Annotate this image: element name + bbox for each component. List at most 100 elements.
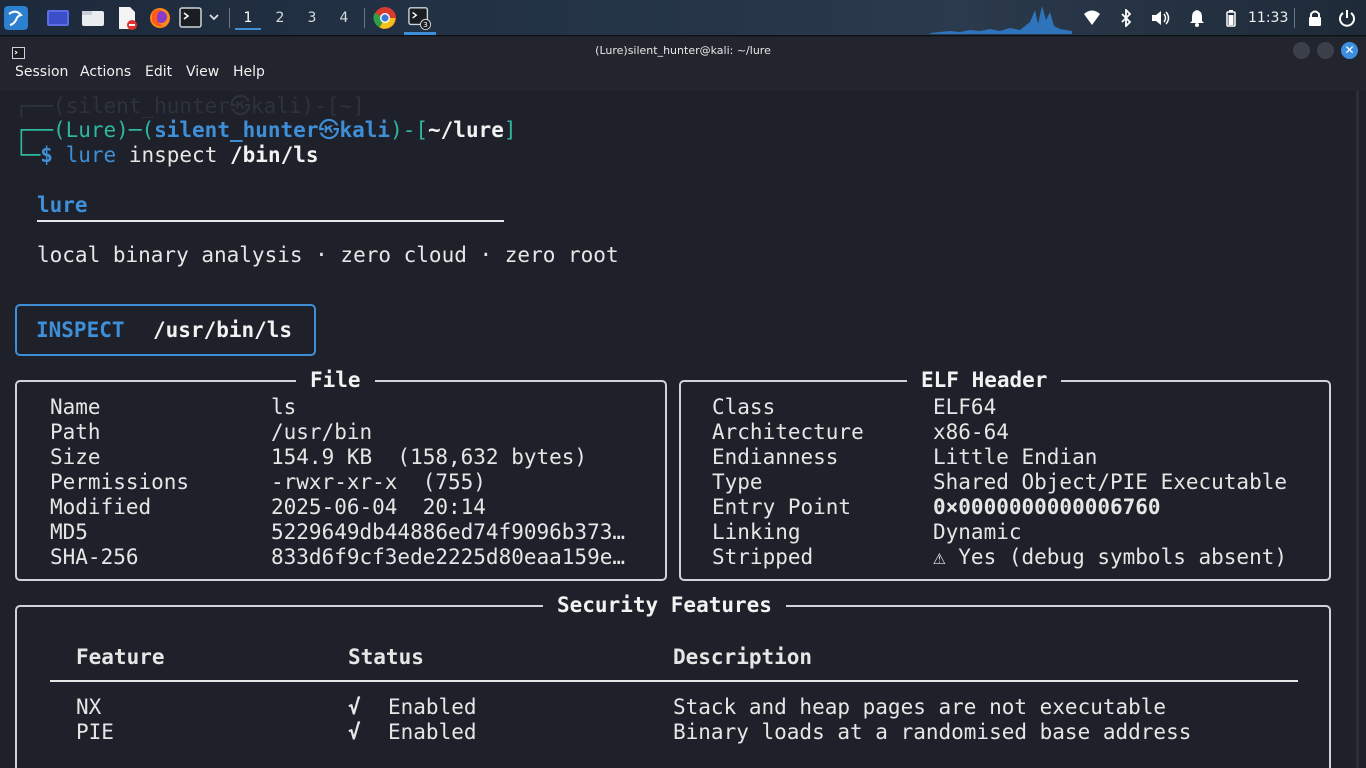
menu-help[interactable]: Help [233, 64, 265, 91]
minimize-button[interactable] [1293, 42, 1310, 59]
prompt-directory: ~/lure [428, 118, 504, 142]
workspace-3[interactable]: 3 [299, 6, 325, 30]
file-key: MD5 [50, 520, 88, 544]
kali-menu-icon[interactable] [4, 6, 28, 30]
elf-stripped-warning: ⚠ Yes (debug symbols absent) [933, 545, 1288, 569]
prompt-dash: ─ [128, 118, 142, 142]
text-editor-icon[interactable] [115, 6, 139, 30]
file-key: SHA-256 [50, 545, 139, 569]
elf-key: Class [712, 395, 776, 419]
table-header-rule [50, 680, 1298, 682]
command-argument: /bin/ls [230, 143, 319, 167]
security-description: Binary loads at a randomised base addres… [673, 720, 1192, 744]
prompt-corner: ┌── [15, 118, 53, 142]
file-panel: File Name ls Path /usr/bin Size 154.9 KB… [15, 368, 667, 581]
command-subcommand: inspect [128, 143, 218, 167]
firefox-icon[interactable] [148, 6, 172, 30]
menu-view[interactable]: View [186, 64, 219, 91]
prompt-user: silent_hunter [154, 118, 319, 142]
elf-value: ELF64 [933, 395, 997, 419]
top-panel: 1 2 3 4 3 11:33 [0, 0, 1366, 36]
panel-separator [1294, 8, 1295, 28]
menu-bar: Session Actions Edit View Help [0, 64, 1366, 91]
prompt-at: ㉿ [318, 118, 340, 142]
previous-prompt: ┌──(silent_hunter㉿kali)-[~] [15, 94, 365, 118]
workspace-2[interactable]: 2 [267, 6, 293, 30]
maximize-button[interactable] [1317, 42, 1334, 59]
menu-actions[interactable]: Actions [80, 64, 131, 91]
power-icon[interactable] [1335, 6, 1359, 30]
file-key: Path [50, 420, 101, 444]
elf-key: Type [712, 470, 763, 494]
inspect-path: /usr/bin/ls [153, 318, 293, 342]
notifications-icon[interactable] [1185, 6, 1209, 30]
file-panel-title: File [296, 368, 375, 393]
elf-panel-title: ELF Header [907, 368, 1062, 393]
venv-label: (Lure) [52, 118, 129, 142]
inspect-box: INSPECT /usr/bin/ls [15, 304, 316, 356]
column-header-feature: Feature [76, 645, 165, 669]
terminal-icon[interactable] [179, 6, 219, 30]
file-key: Size [50, 445, 101, 469]
menu-edit[interactable]: Edit [145, 64, 172, 91]
file-key: Permissions [50, 470, 190, 494]
file-hash-value: 5229649db44886ed74f9096b373… [271, 520, 626, 544]
lock-icon[interactable] [1303, 6, 1327, 30]
terminal-output[interactable]: ┌──(silent_hunter㉿kali)-[~] ┌──(Lure)─(s… [0, 91, 1366, 768]
security-panel-title: Security Features [543, 593, 786, 618]
file-value: 2025-06-04 20:14 [271, 495, 486, 519]
prompt-dir-bracket: ] [503, 118, 517, 142]
prompt-corner: └─ [15, 143, 41, 167]
terminal-window: (Lure)silent_hunter@kali: ~/lure ✕ Sessi… [0, 37, 1366, 768]
security-features-panel: Security Features Feature Status Descrip… [15, 593, 1331, 768]
security-status: Enabled [388, 695, 477, 719]
prompt-host: kali [339, 118, 391, 142]
prompt-paren: ) [390, 118, 403, 142]
command-line: └─$ lure inspect /bin/ls [15, 143, 319, 168]
elf-value: Little Endian [933, 445, 1098, 469]
elf-key: Stripped [712, 545, 814, 569]
inspect-label: INSPECT [36, 318, 125, 342]
scrollbar[interactable] [1356, 91, 1359, 768]
svg-text:3: 3 [423, 20, 428, 29]
check-icon: √ [348, 695, 361, 719]
elf-value: Shared Object/PIE Executable [933, 470, 1288, 494]
check-icon: √ [348, 720, 361, 744]
active-app-indicator [404, 32, 436, 35]
file-key: Modified [50, 495, 152, 519]
elf-key: Architecture [712, 420, 864, 444]
security-description: Stack and heap pages are not executable [673, 695, 1167, 719]
elf-header-panel: ELF Header Class ELF64 Architecture x86-… [679, 368, 1331, 581]
file-value: 154.9 KB (158,632 bytes) [271, 445, 588, 469]
banner-rule [37, 220, 504, 222]
workspace-4[interactable]: 4 [331, 6, 357, 30]
file-manager-icon[interactable] [81, 6, 105, 30]
file-key: Name [50, 395, 101, 419]
desktop-icon[interactable] [46, 6, 70, 30]
security-feature-name: PIE [76, 720, 114, 744]
chromium-icon[interactable] [373, 6, 397, 30]
close-button[interactable]: ✕ [1341, 42, 1358, 59]
prompt-dir-bracket: -[ [402, 118, 429, 142]
workspace-1[interactable]: 1 [235, 6, 261, 30]
bluetooth-icon[interactable] [1114, 6, 1138, 30]
window-title: (Lure)silent_hunter@kali: ~/lure [595, 44, 771, 57]
clock[interactable]: 11:33 [1248, 6, 1288, 30]
prompt-dollar: $ [40, 143, 53, 167]
prompt-line: ┌──(Lure)─(silent_hunter㉿kali)-[~/lure] [15, 118, 517, 143]
menu-session[interactable]: Session [15, 64, 68, 91]
elf-entry-point-value: 0×0000000000006760 [933, 495, 1161, 519]
file-value: /usr/bin [271, 420, 373, 444]
file-value: ls [271, 395, 297, 419]
cpu-graph-icon [930, 2, 1072, 34]
column-header-description: Description [673, 645, 813, 669]
window-titlebar[interactable]: (Lure)silent_hunter@kali: ~/lure ✕ [0, 37, 1366, 64]
tool-tagline: local binary analysis · zero cloud · zer… [37, 243, 619, 267]
elf-linking-value: Dynamic [933, 520, 1022, 544]
file-hash-value: 833d6f9cf3ede2225d80eaa159e… [271, 545, 626, 569]
tool-name: lure [37, 193, 88, 217]
panel-separator [229, 8, 230, 28]
terminal-window-icon[interactable]: 3 [408, 6, 432, 31]
network-icon[interactable] [1080, 6, 1104, 30]
volume-icon[interactable] [1149, 6, 1173, 30]
